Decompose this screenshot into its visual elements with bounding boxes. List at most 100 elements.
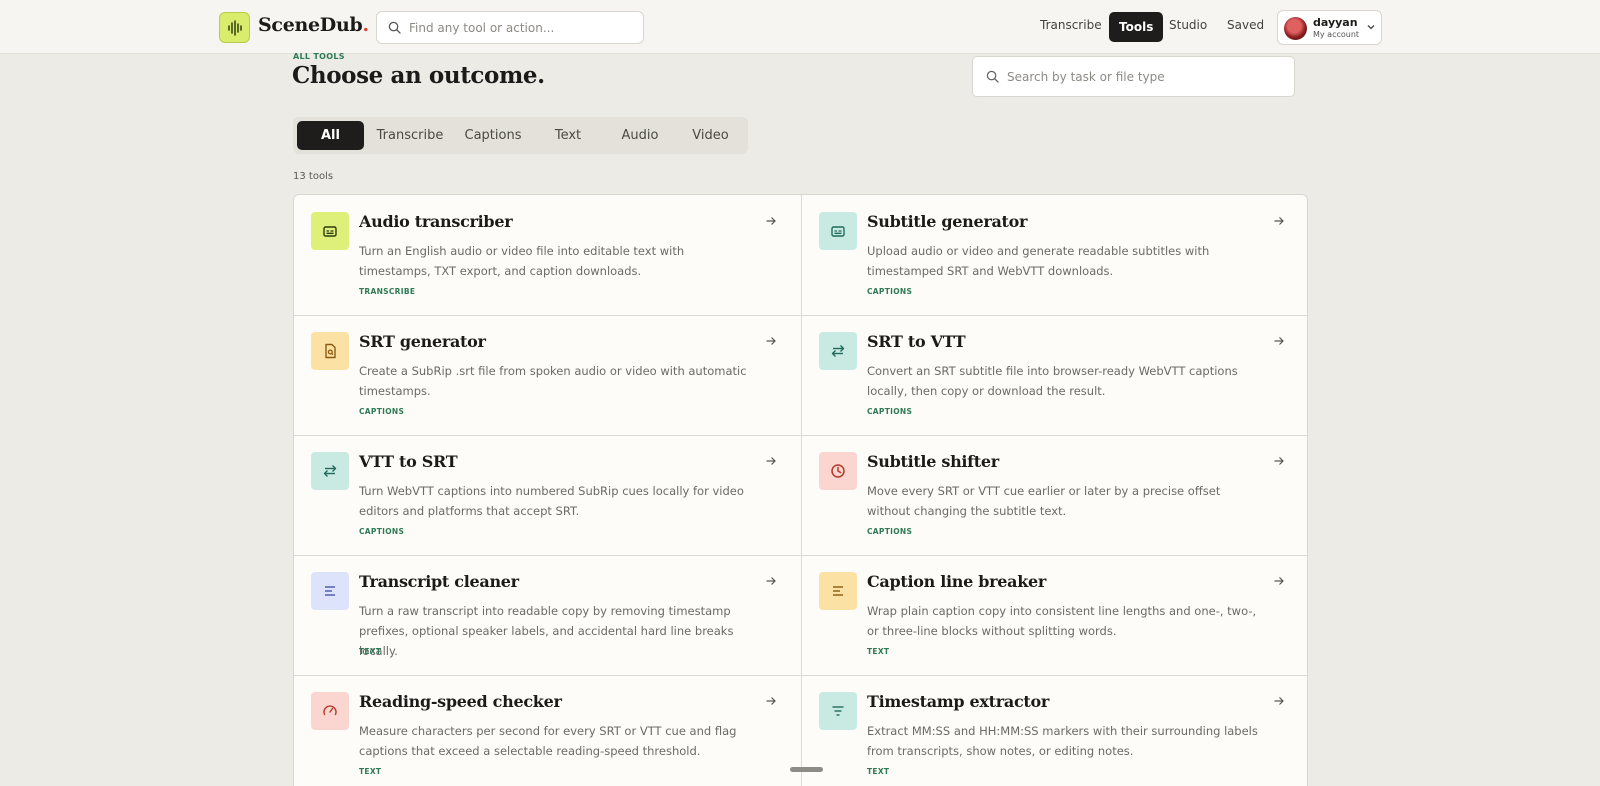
tool-description: Extract MM:SS and HH:MM:SS markers with … <box>867 724 1258 758</box>
tool-icon-badge <box>819 692 857 730</box>
tool-card-caption-line-breaker[interactable]: Caption line breaker Wrap plain caption c… <box>802 555 1307 675</box>
tool-description: Turn a raw transcript into readable copy… <box>359 604 734 658</box>
arrow-right-icon <box>1274 577 1284 585</box>
filter-all[interactable]: All <box>297 121 364 150</box>
filter-captions[interactable]: Captions <box>453 121 533 150</box>
tool-icon-badge <box>311 692 349 730</box>
tool-title: Subtitle shifter <box>867 452 999 471</box>
search-icon <box>388 21 401 34</box>
filter-lines-icon <box>832 706 844 716</box>
tool-card-vtt-to-srt[interactable]: VTT to SRT Turn WebVTT captions into numb… <box>294 435 801 555</box>
tool-category: TEXT <box>359 767 382 776</box>
clock-icon <box>831 464 845 478</box>
nav-transcribe[interactable]: Transcribe <box>1040 18 1102 32</box>
tool-description: Upload audio or video and generate reada… <box>867 244 1210 278</box>
brand-wordmark: SceneDub <box>258 14 363 36</box>
tool-search[interactable] <box>972 56 1295 97</box>
tool-title: Subtitle generator <box>867 212 1028 231</box>
tool-category: TEXT <box>359 647 382 656</box>
tool-description: Create a SubRip .srt file from spoken au… <box>359 364 747 398</box>
tool-category: CAPTIONS <box>867 407 913 416</box>
tool-count: 13 tools <box>293 171 334 182</box>
filter-audio[interactable]: Audio <box>605 121 675 150</box>
tool-description: Turn an English audio or video file into… <box>359 244 685 278</box>
tool-card-audio-transcriber[interactable]: Audio transcriber Turn an English audio o… <box>294 195 801 315</box>
tool-grid: Audio transcriber Turn an English audio o… <box>293 194 1308 786</box>
tool-title: Caption line breaker <box>867 572 1047 591</box>
logo-mark[interactable] <box>219 12 250 43</box>
tool-card-subtitle-shifter[interactable]: Subtitle shifter Move every SRT or VTT cu… <box>802 435 1307 555</box>
tool-description: Convert an SRT subtitle file into browse… <box>867 364 1238 398</box>
account-name: dayyan <box>1313 16 1358 29</box>
tool-icon-badge <box>311 332 349 370</box>
tool-title: Timestamp extractor <box>867 692 1049 711</box>
arrow-right-icon <box>1274 457 1284 465</box>
nav-tools[interactable]: Tools <box>1109 12 1164 42</box>
tool-title: Audio transcriber <box>359 212 513 231</box>
captions-icon <box>323 226 337 237</box>
arrow-right-icon <box>766 697 776 705</box>
tool-icon-badge <box>819 572 857 610</box>
tool-category: TEXT <box>867 767 890 776</box>
filter-transcribe[interactable]: Transcribe <box>370 121 450 150</box>
scroll-indicator[interactable] <box>790 767 823 772</box>
tool-description: Turn WebVTT captions into numbered SubRi… <box>359 484 744 518</box>
tool-card-transcript-cleaner[interactable]: Transcript cleaner Turn a raw transcript … <box>294 555 801 675</box>
tool-card-srt-to-vtt[interactable]: SRT to VTT Convert an SRT subtitle file i… <box>802 315 1307 435</box>
brand-name[interactable]: SceneDub. <box>258 14 369 36</box>
waveform-icon <box>227 19 242 36</box>
tool-category: TRANSCRIBE <box>359 287 416 296</box>
chevron-down-icon <box>1367 25 1375 30</box>
category-filter-tabs: All Transcribe Captions Text Audio Video <box>293 117 748 154</box>
tool-icon-badge <box>819 332 857 370</box>
tool-category: TEXT <box>867 647 890 656</box>
account-menu[interactable]: dayyan My account <box>1277 10 1382 45</box>
brand-dot: . <box>362 14 369 36</box>
global-search[interactable] <box>376 11 644 44</box>
tool-title: VTT to SRT <box>359 452 458 471</box>
arrow-right-icon <box>766 457 776 465</box>
arrow-right-icon <box>766 337 776 345</box>
tool-icon-badge <box>819 452 857 490</box>
arrow-right-icon <box>1274 697 1284 705</box>
captions-icon <box>831 226 845 237</box>
arrow-right-icon <box>1274 217 1284 225</box>
arrow-right-icon <box>766 577 776 585</box>
align-left-icon <box>833 586 843 596</box>
tool-icon-badge <box>311 452 349 490</box>
tool-category: CAPTIONS <box>359 527 405 536</box>
tool-card-timestamp-extractor[interactable]: Timestamp extractor Extract MM:SS and HH:… <box>802 675 1307 786</box>
swap-arrows-icon <box>831 345 845 357</box>
tool-card-subtitle-generator[interactable]: Subtitle generator Upload audio or video … <box>802 195 1307 315</box>
tool-icon-badge <box>311 572 349 610</box>
account-subtitle: My account <box>1313 30 1360 39</box>
tool-title: SRT generator <box>359 332 486 351</box>
tool-card-reading-speed-checker[interactable]: Reading-speed checker Measure characters … <box>294 675 801 786</box>
tool-category: CAPTIONS <box>867 287 913 296</box>
top-navigation-bar: SceneDub. Transcribe Tools Studio Saved … <box>0 0 1600 54</box>
arrow-right-icon <box>766 217 776 225</box>
file-search-icon <box>325 343 336 359</box>
tool-card-srt-generator[interactable]: SRT generator Create a SubRip .srt file f… <box>294 315 801 435</box>
nav-saved[interactable]: Saved <box>1227 18 1264 32</box>
tool-title: Reading-speed checker <box>359 692 562 711</box>
tool-search-input[interactable] <box>1007 69 1227 84</box>
swap-arrows-icon <box>323 465 337 477</box>
tool-title: Transcript cleaner <box>359 572 519 591</box>
tool-icon-badge <box>311 212 349 250</box>
section-eyebrow: ALL TOOLS <box>293 52 345 61</box>
global-search-input[interactable] <box>409 20 629 35</box>
tool-title: SRT to VTT <box>867 332 966 351</box>
filter-video[interactable]: Video <box>678 121 743 150</box>
filter-text[interactable]: Text <box>538 121 598 150</box>
tool-icon-badge <box>819 212 857 250</box>
arrow-right-icon <box>1274 337 1284 345</box>
nav-studio[interactable]: Studio <box>1169 18 1207 32</box>
tool-category: CAPTIONS <box>867 527 913 536</box>
search-icon <box>986 70 999 83</box>
tool-description: Wrap plain caption copy into consistent … <box>867 604 1257 638</box>
page-title: Choose an outcome. <box>292 62 545 89</box>
tool-description: Move every SRT or VTT cue earlier or lat… <box>867 484 1221 518</box>
avatar <box>1284 17 1307 40</box>
gauge-icon <box>323 705 337 716</box>
